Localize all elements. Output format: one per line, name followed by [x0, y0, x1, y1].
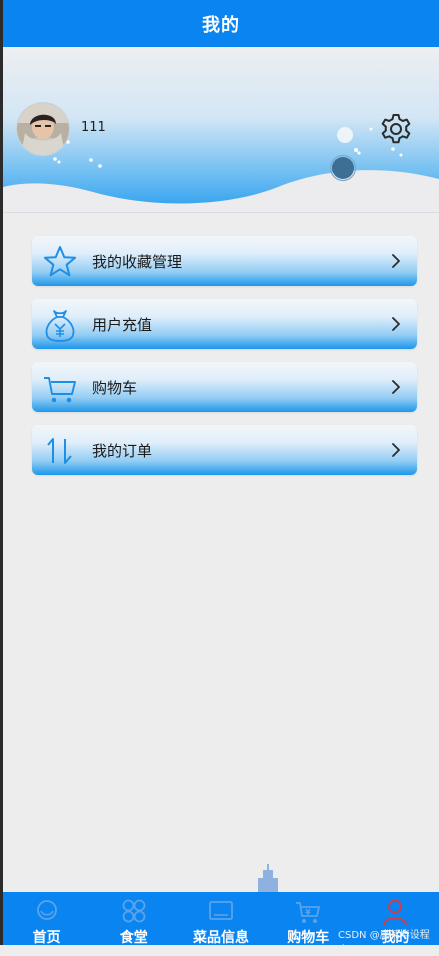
username: 111: [81, 120, 106, 135]
menu-item-orders[interactable]: 我的订单: [32, 425, 417, 475]
menu-item-label: 购物车: [92, 379, 138, 397]
grid-icon: [122, 899, 146, 923]
tab-canteen[interactable]: 食堂: [90, 892, 177, 946]
profile-banner: 111: [3, 47, 439, 213]
tab-label: 购物车: [287, 930, 330, 946]
user-avatar-photo-icon: [17, 103, 69, 155]
menu-item-label: 我的收藏管理: [92, 253, 183, 271]
page-title: 我的: [202, 14, 240, 36]
gear-icon[interactable]: [378, 111, 414, 147]
tab-dishes[interactable]: 菜品信息: [177, 892, 264, 946]
chevron-right-icon: [392, 317, 400, 331]
menu-item-favorites[interactable]: 我的收藏管理: [32, 236, 417, 286]
chevron-right-icon: [392, 380, 400, 394]
avatar[interactable]: [17, 103, 69, 155]
star-icon: [44, 246, 76, 277]
cart-icon: [296, 902, 321, 923]
menu-item-shopping-cart[interactable]: 购物车: [32, 362, 417, 412]
chevron-right-icon: [392, 254, 400, 268]
tab-label: 首页: [32, 930, 61, 946]
building-icon: [258, 864, 278, 892]
money-bag-icon: [45, 310, 75, 342]
menu-item-recharge[interactable]: 用户充值: [32, 299, 417, 349]
home-icon: [36, 900, 57, 920]
watermark: CSDN @唐某毕设程序: [338, 930, 430, 956]
menu-item-label: 我的订单: [92, 442, 153, 460]
top-header: 我的: [3, 0, 439, 47]
chevron-right-icon: [392, 443, 400, 457]
tab-home[interactable]: 首页: [3, 892, 90, 946]
person-icon: [383, 899, 408, 926]
tab-label: 菜品信息: [193, 930, 249, 946]
sort-arrows-icon: [47, 438, 72, 464]
shopping-cart-icon: [44, 377, 76, 403]
menu-item-label: 用户充值: [92, 316, 153, 334]
tab-label: 食堂: [119, 930, 148, 946]
menu-list: 我的收藏管理 用户充值 购物车 我的订单: [32, 236, 417, 488]
screen-icon: [209, 901, 233, 920]
